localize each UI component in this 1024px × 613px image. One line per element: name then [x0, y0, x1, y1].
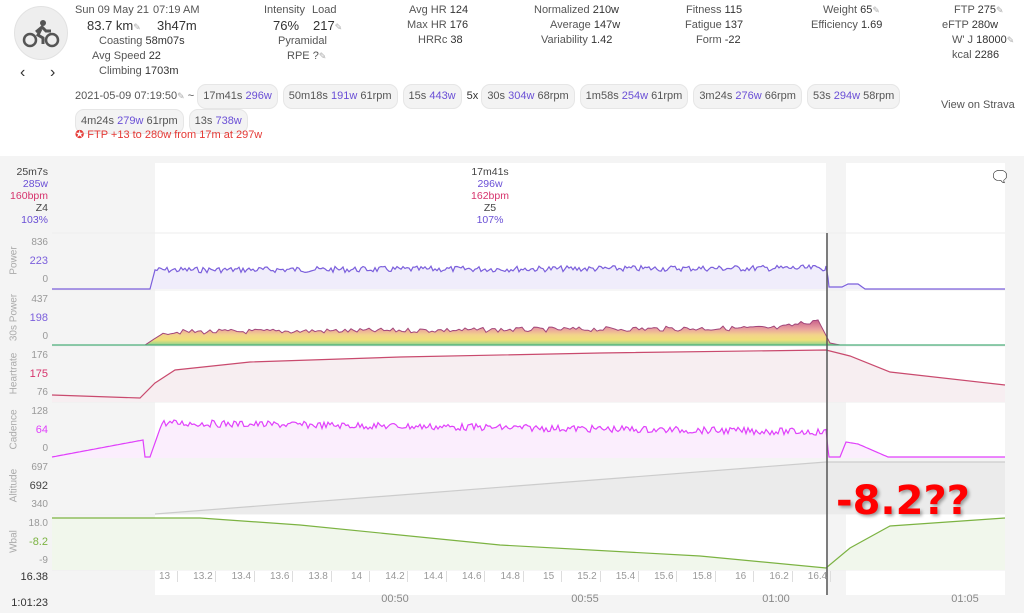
- row-max: 128: [31, 406, 48, 417]
- row-max: 176: [31, 350, 48, 361]
- time-tick: 00:55: [571, 593, 599, 605]
- distance-tick: 15.4: [613, 571, 639, 582]
- distance-tick: 13.6: [267, 571, 294, 582]
- distance-tick: 15.8: [690, 571, 716, 582]
- distance-tick: 15.6: [651, 571, 678, 582]
- row-max: 697: [31, 462, 48, 473]
- distance-tick: 13.8: [306, 571, 332, 582]
- row-max: 18.0: [28, 518, 48, 529]
- distance-cursor: 16.38: [20, 571, 48, 583]
- row-value: 198: [29, 312, 48, 324]
- time-tick: 00:50: [381, 593, 409, 605]
- distance-tick: 14: [344, 571, 371, 582]
- row-value: -8.2: [29, 536, 48, 548]
- distance-tick: 13.2: [190, 571, 217, 582]
- row-min: 340: [31, 499, 48, 510]
- distance-tick: 14.6: [459, 571, 486, 582]
- distance-tick: 16.4: [805, 571, 831, 582]
- distance-tick: 16: [728, 571, 755, 582]
- heartrate-fill: [52, 350, 1005, 402]
- row-value: 175: [29, 368, 48, 380]
- distance-tick: 15: [536, 571, 563, 582]
- row-max: 836: [31, 237, 48, 248]
- time-tick: 01:05: [951, 593, 979, 605]
- time-cursor: 1:01:23: [11, 597, 48, 609]
- row-max: 437: [31, 294, 48, 305]
- distance-tick: 14.4: [421, 571, 447, 582]
- row-value: 692: [29, 480, 48, 492]
- distance-tick: 15.2: [575, 571, 601, 582]
- row-min: 0: [42, 274, 48, 285]
- row-min: 0: [42, 443, 48, 454]
- row-value: 223: [29, 255, 48, 267]
- row-min: 76: [36, 387, 48, 398]
- wbal-fill: [52, 518, 1005, 570]
- distance-tick: 13: [152, 571, 178, 582]
- distance-tick: 16.2: [767, 571, 793, 582]
- distance-tick: 14.2: [382, 571, 409, 582]
- row-min: 0: [42, 331, 48, 342]
- row-min: -9: [39, 555, 48, 566]
- row-value: 64: [35, 424, 48, 436]
- distance-tick: 13.4: [229, 571, 255, 582]
- wbal-annotation: -8.2??: [836, 478, 970, 524]
- distance-tick: 14.8: [498, 571, 524, 582]
- time-tick: 01:00: [762, 593, 790, 605]
